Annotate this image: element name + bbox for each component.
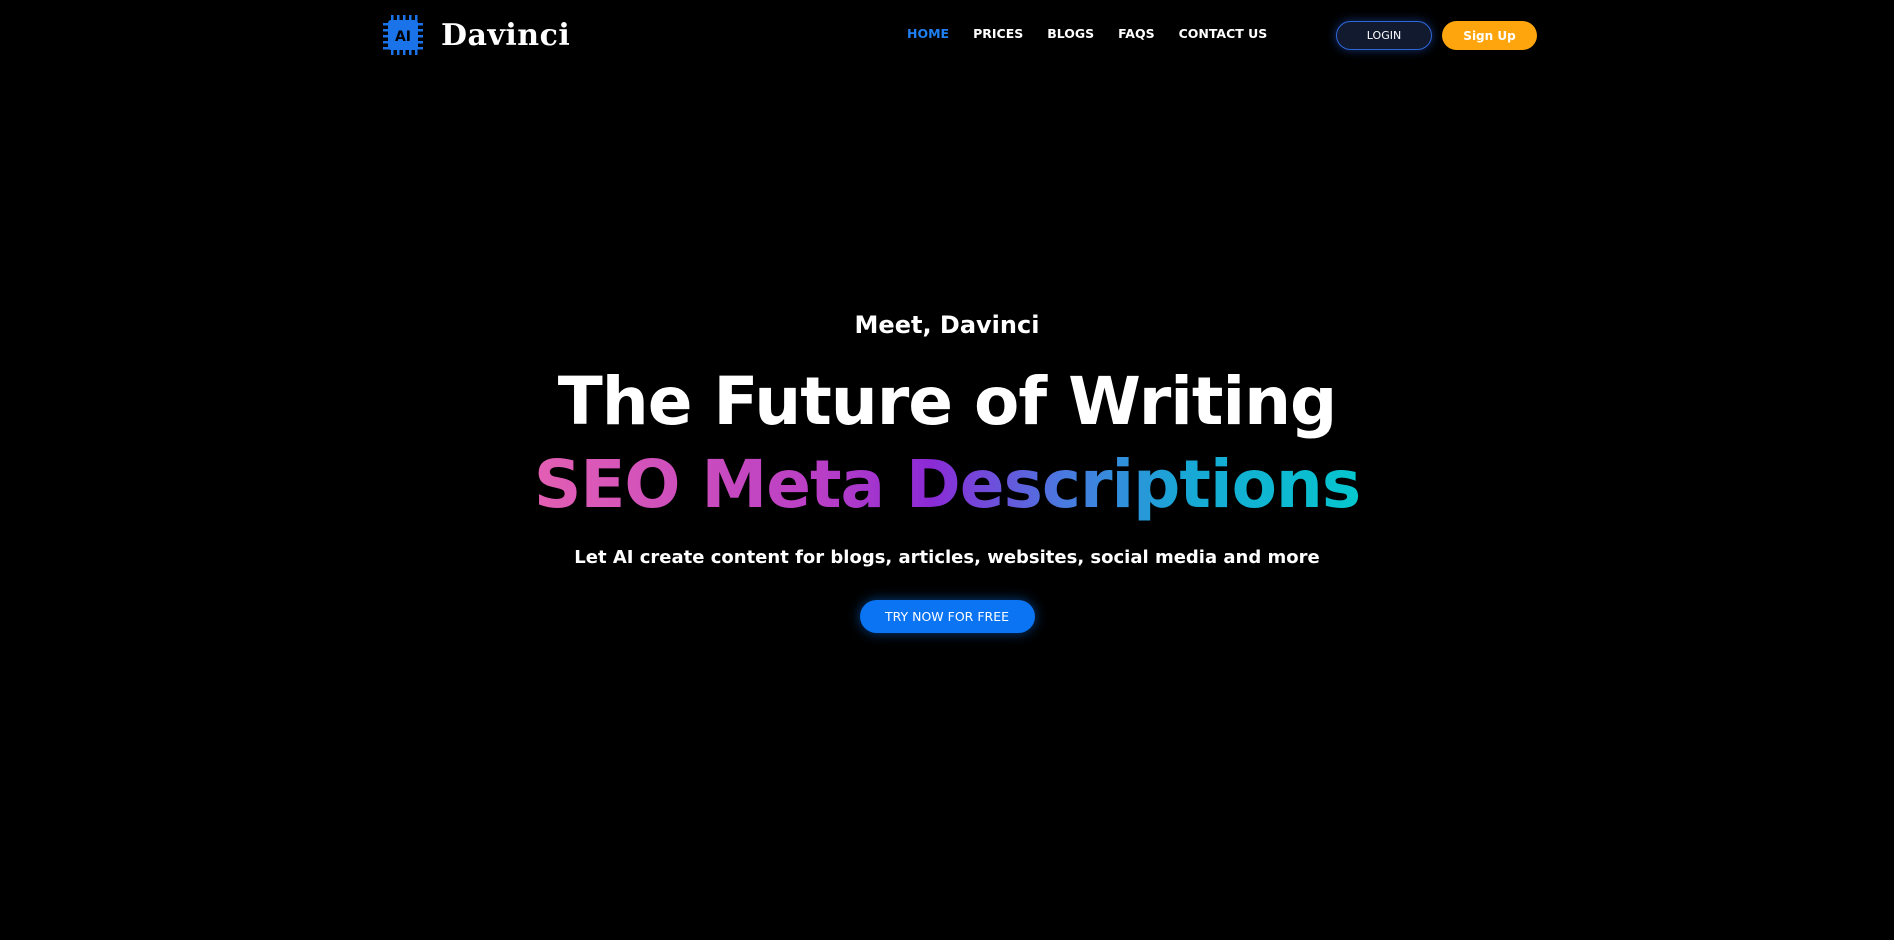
nav-item-faqs[interactable]: FAQS — [1118, 26, 1154, 41]
brand-logo[interactable]: AI Davinci — [381, 14, 570, 56]
nav-item-home[interactable]: HOME — [907, 26, 949, 41]
chip-label: AI — [395, 29, 411, 45]
nav-item-blogs[interactable]: BLOGS — [1047, 26, 1094, 41]
hero-eyebrow: Meet, Davinci — [854, 311, 1040, 339]
navbar: AI Davinci HOME PRICES BLOGS FAQS CONTAC… — [0, 0, 1894, 72]
sign-up-button[interactable]: Sign Up — [1442, 21, 1537, 50]
brand-name: Davinci — [441, 17, 571, 53]
hero-section: Meet, Davinci The Future of Writing SEO … — [0, 300, 1894, 633]
main-nav: HOME PRICES BLOGS FAQS CONTACT US — [907, 26, 1267, 41]
hero-subtext: Let AI create content for blogs, article… — [574, 547, 1320, 568]
nav-item-prices[interactable]: PRICES — [973, 26, 1023, 41]
hero-headline: The Future of Writing — [557, 363, 1338, 440]
nav-item-contact-us[interactable]: CONTACT US — [1179, 26, 1268, 41]
login-button[interactable]: LOGIN — [1336, 21, 1432, 50]
hero-gradient-text: SEO Meta Descriptions — [534, 444, 1361, 526]
try-now-button[interactable]: TRY NOW FOR FREE — [859, 600, 1035, 633]
cpu-chip-icon: AI — [381, 13, 425, 57]
